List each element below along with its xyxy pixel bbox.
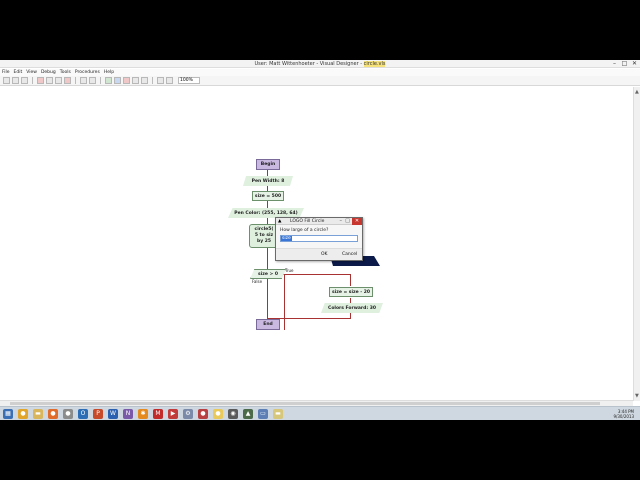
open-file-icon[interactable] xyxy=(12,77,19,84)
dialog-close-button[interactable]: ✕ xyxy=(352,218,362,225)
step-over-icon[interactable] xyxy=(141,77,148,84)
window-title-file: circle.vls xyxy=(363,61,386,67)
screen: User: Matt Wittenhoeter - Visual Designe… xyxy=(0,60,640,420)
false-branch-label: False xyxy=(252,279,263,284)
toolbar: 100% xyxy=(0,76,640,86)
settings-icon[interactable]: ● xyxy=(63,408,73,419)
step-icon[interactable] xyxy=(132,77,139,84)
menu-debug[interactable]: Debug xyxy=(41,69,56,76)
menu-help[interactable]: Help xyxy=(104,69,114,76)
powerpoint-icon[interactable]: P xyxy=(93,408,103,419)
condition-node[interactable]: size > 0 xyxy=(250,269,286,279)
menu-view[interactable]: View xyxy=(26,69,37,76)
pen-width-node[interactable]: Pen Width: 8 xyxy=(243,176,293,186)
window-icon[interactable]: ▭ xyxy=(258,408,268,419)
circle-loop-line3: by 25 xyxy=(257,239,271,244)
onenote-icon[interactable]: N xyxy=(123,408,133,419)
eye-icon[interactable]: ◉ xyxy=(228,408,238,419)
menu-procedures[interactable]: Procedures xyxy=(75,69,100,76)
zoom-select[interactable]: 100% xyxy=(178,77,200,84)
app-red-icon[interactable]: ● xyxy=(198,408,208,419)
dialog-maximize-button[interactable]: □ xyxy=(345,218,350,225)
input-dialog: ▲ LOGO Fill Circle – □ ✕ How large of a … xyxy=(275,217,363,261)
app-yellow-icon[interactable]: ● xyxy=(213,408,223,419)
firefox-icon[interactable]: ● xyxy=(48,408,58,419)
window-title-text: User: Matt Wittenhoeter - Visual Designe… xyxy=(254,61,364,67)
run-icon[interactable] xyxy=(105,77,112,84)
menu-bar: File Edit View Debug Tools Procedures He… xyxy=(0,69,640,76)
folder-icon[interactable]: ▬ xyxy=(273,408,283,419)
size-assign-node[interactable]: size = 500 xyxy=(252,191,284,201)
delete-icon[interactable] xyxy=(64,77,71,84)
toolbar-separator xyxy=(152,77,153,84)
dialog-title: LOGO Fill Circle xyxy=(290,219,325,224)
vertical-scrollbar[interactable]: ▲ ▼ xyxy=(633,87,640,401)
start-icon[interactable]: ▦ xyxy=(3,408,13,419)
true-branch-label: True xyxy=(285,268,294,273)
new-file-icon[interactable] xyxy=(3,77,10,84)
minimize-button[interactable]: – xyxy=(611,60,618,68)
network-icon[interactable]: ⚙ xyxy=(183,408,193,419)
file-explorer-icon[interactable]: ▬ xyxy=(33,408,43,419)
dialog-title-bar: ▲ LOGO Fill Circle – □ ✕ xyxy=(276,218,362,225)
menu-tools[interactable]: Tools xyxy=(60,69,71,76)
dialog-prompt: How large of a circle? xyxy=(280,228,329,233)
redo-icon[interactable] xyxy=(89,77,96,84)
toolbar-separator xyxy=(32,77,33,84)
horizontal-scroll-thumb[interactable] xyxy=(10,402,600,405)
clock-date: 9/30/2013 xyxy=(613,414,634,419)
toolbar-separator xyxy=(100,77,101,84)
taskbar: ▦ ● ▬ ● ● O P W N ✱ M ▶ ⚙ ● ● ◉ ▲ ▭ ▬ 3:… xyxy=(0,406,640,420)
chrome-icon[interactable]: ● xyxy=(18,408,28,419)
outlook-icon[interactable]: O xyxy=(78,408,88,419)
word-icon[interactable]: W xyxy=(108,408,118,419)
media-icon[interactable]: ▶ xyxy=(168,408,178,419)
dialog-input[interactable]: size xyxy=(280,235,358,242)
toolbar-separator xyxy=(75,77,76,84)
app-icon: ▲ xyxy=(278,219,282,224)
maximize-button[interactable]: □ xyxy=(621,60,628,68)
zoom-out-icon[interactable] xyxy=(166,77,173,84)
end-node[interactable]: End xyxy=(256,319,280,330)
undo-icon[interactable] xyxy=(80,77,87,84)
cut-icon[interactable] xyxy=(37,77,44,84)
ok-button[interactable]: OK xyxy=(321,251,328,258)
cancel-button[interactable]: Cancel xyxy=(342,251,357,258)
title-bar: User: Matt Wittenhoeter - Visual Designe… xyxy=(0,60,640,68)
window-title: User: Matt Wittenhoeter - Visual Designe… xyxy=(0,60,640,68)
scroll-up-icon[interactable]: ▲ xyxy=(635,89,639,95)
menu-file[interactable]: File xyxy=(2,69,10,76)
save-icon[interactable] xyxy=(21,77,28,84)
close-button[interactable]: ✕ xyxy=(631,60,638,68)
clock[interactable]: 3:44 PM 9/30/2013 xyxy=(613,409,634,419)
copy-icon[interactable] xyxy=(46,77,53,84)
size-decrement-node[interactable]: size = size - 20 xyxy=(329,287,373,297)
colors-forward-node[interactable]: Colors Forward: 30 xyxy=(321,303,383,313)
connector-line xyxy=(350,274,351,286)
app-m-icon[interactable]: M xyxy=(153,408,163,419)
scroll-down-icon[interactable]: ▼ xyxy=(635,393,639,399)
stop-icon[interactable] xyxy=(123,77,130,84)
zoom-in-icon[interactable] xyxy=(157,77,164,84)
visual-designer-icon[interactable]: ▲ xyxy=(243,408,253,419)
dialog-input-value: size xyxy=(281,236,292,241)
pause-icon[interactable] xyxy=(114,77,121,84)
paste-icon[interactable] xyxy=(55,77,62,84)
menu-edit[interactable]: Edit xyxy=(14,69,23,76)
begin-node[interactable]: Begin xyxy=(256,159,280,170)
connector-line xyxy=(284,274,285,330)
dialog-minimize-button[interactable]: – xyxy=(340,218,343,225)
dialog-button-row: OK Cancel xyxy=(276,248,362,260)
gear-icon[interactable]: ✱ xyxy=(138,408,148,419)
